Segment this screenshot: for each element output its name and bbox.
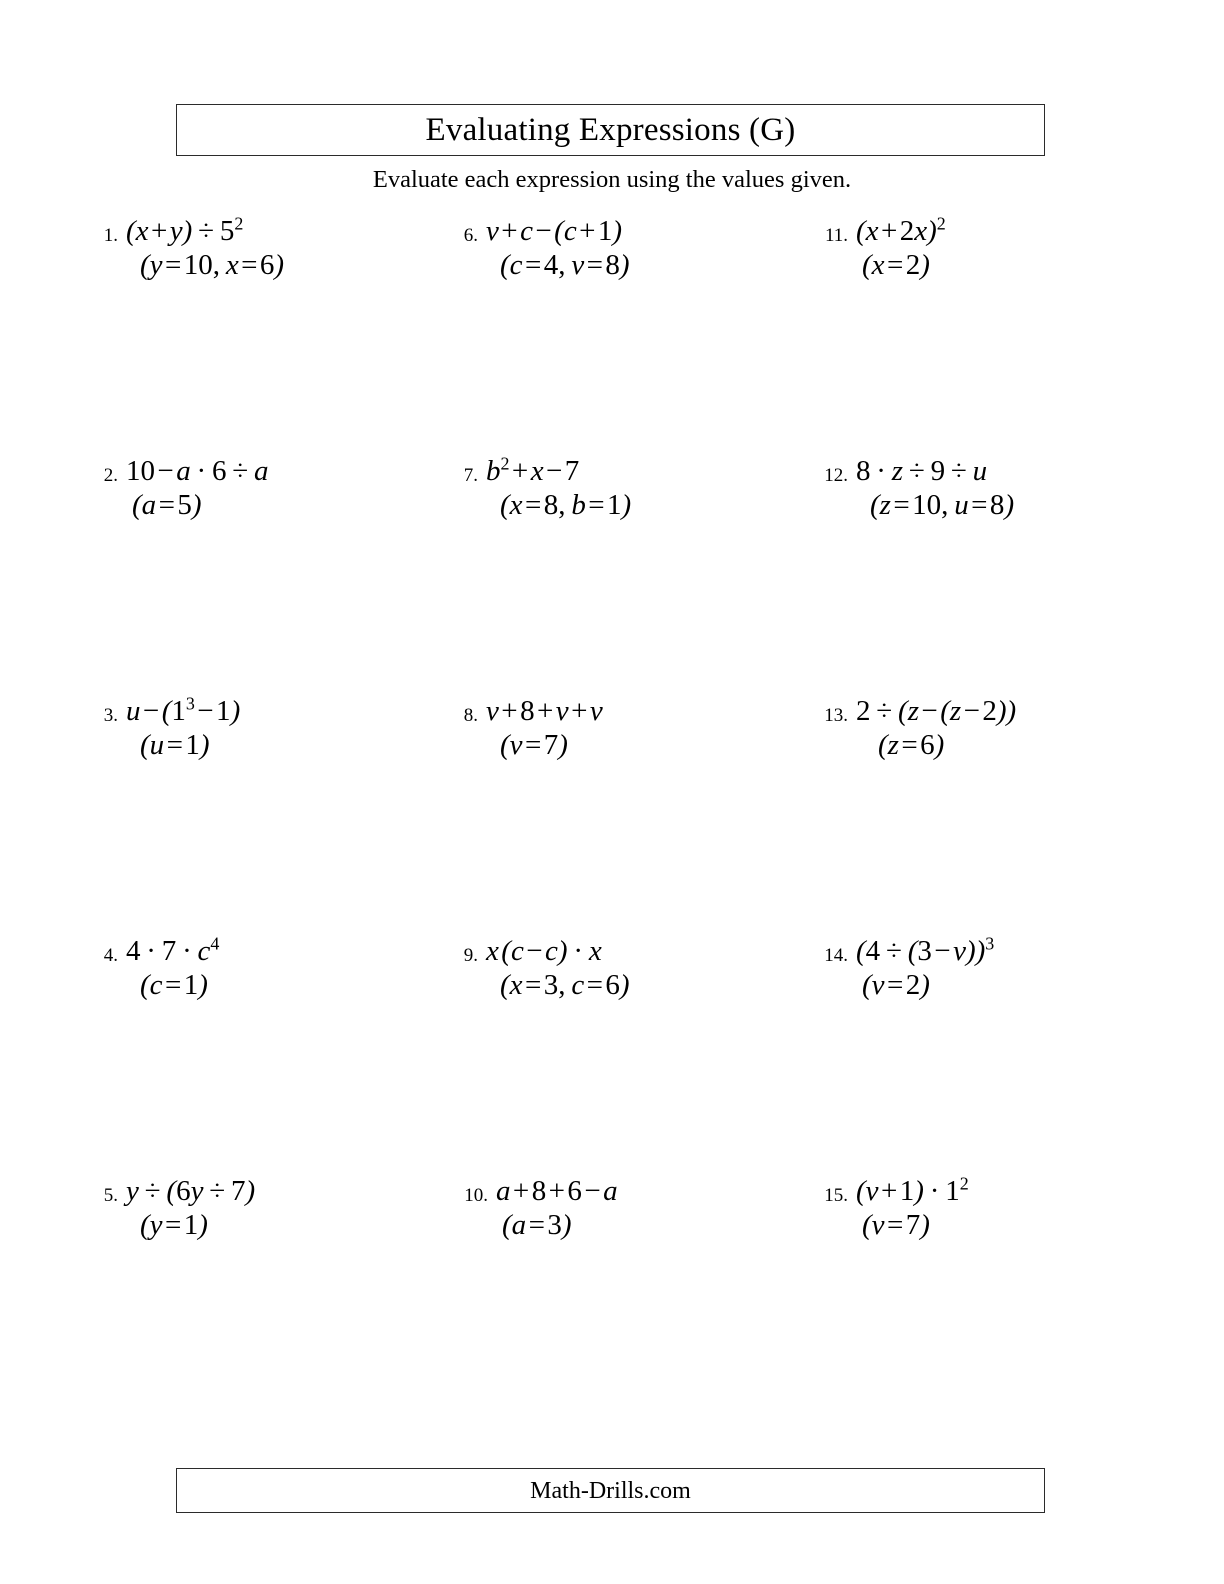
problem-values: (c = 1): [140, 969, 208, 1002]
problem-9: 9. x (c − c) · x (x = 3, c = 6): [452, 934, 802, 1004]
problem-10: 10. a + 8 + 6 − a (a = 3): [452, 1174, 802, 1244]
problem-expression: (x + y) ÷ 52: [126, 213, 244, 247]
problem-5: 5. y ÷ (6y ÷ 7) (y = 1): [92, 1174, 442, 1244]
problem-values: (y = 1): [140, 1209, 208, 1242]
problem-number: 5.: [103, 1185, 118, 1206]
problem-grid: 1. (x + y) ÷ 52 (y = 10, x = 6) 6. v + c…: [0, 214, 1224, 1414]
problem-number: 14.: [824, 945, 848, 966]
problem-row: 4. 4 · 7 · c4 (c = 1) 9. x (c − c) · x (…: [0, 934, 1224, 1174]
problem-values: (y = 10, x = 6): [140, 249, 285, 282]
problem-number: 6.: [463, 225, 478, 246]
problem-values: (z = 6): [878, 729, 945, 762]
problem-values: (x = 8, b = 1): [500, 489, 632, 522]
problem-expression: (4 ÷ (3 − v))3: [856, 933, 995, 967]
title-box: Evaluating Expressions (G): [176, 104, 1045, 156]
worksheet-page: Evaluating Expressions (G) Evaluate each…: [0, 0, 1224, 1584]
problem-number: 15.: [824, 1185, 848, 1206]
problem-values: (v = 2): [862, 969, 930, 1002]
problem-values: (a = 5): [132, 489, 202, 522]
problem-expression: 4 · 7 · c4: [126, 933, 220, 967]
problem-number: 7.: [463, 465, 478, 486]
problem-body: 10 − a · 6 ÷ a (a = 5): [126, 454, 442, 524]
footer-box: Math-Drills.com: [176, 1468, 1045, 1513]
problem-number: 10.: [464, 1185, 488, 1206]
problem-expression: 8 · z ÷ 9 ÷ u: [856, 455, 988, 487]
problem-body: (x + 2x)2 (x = 2): [856, 214, 1172, 284]
problem-expression: v + c − (c + 1): [486, 215, 623, 247]
problem-expression: b2 + x − 7: [486, 453, 580, 487]
problem-4: 4. 4 · 7 · c4 (c = 1): [92, 934, 442, 1004]
problem-expression: 2 ÷ (z − (z − 2)): [856, 695, 1017, 727]
problem-2: 2. 10 − a · 6 ÷ a (a = 5): [92, 454, 442, 524]
problem-values: (x = 2): [862, 249, 930, 282]
problem-number: 13.: [824, 705, 848, 726]
problem-row: 1. (x + y) ÷ 52 (y = 10, x = 6) 6. v + c…: [0, 214, 1224, 454]
problem-body: x (c − c) · x (x = 3, c = 6): [486, 934, 802, 1004]
footer-label: Math-Drills.com: [530, 1477, 691, 1504]
problem-7: 7. b2 + x − 7 (x = 8, b = 1): [452, 454, 802, 524]
problem-number: 1.: [103, 225, 118, 246]
problem-1: 1. (x + y) ÷ 52 (y = 10, x = 6): [92, 214, 442, 284]
problem-row: 2. 10 − a · 6 ÷ a (a = 5) 7. b2 + x − 7 …: [0, 454, 1224, 694]
problem-body: v + c − (c + 1) (c = 4, v = 8): [486, 214, 802, 284]
problem-13: 13. 2 ÷ (z − (z − 2)) (z = 6): [812, 694, 1172, 764]
problem-11: 11. (x + 2x)2 (x = 2): [812, 214, 1172, 284]
problem-body: 2 ÷ (z − (z − 2)) (z = 6): [856, 694, 1172, 764]
problem-14: 14. (4 ÷ (3 − v))3 (v = 2): [812, 934, 1172, 1004]
problem-expression: u − (13 − 1): [126, 693, 241, 727]
problem-body: y ÷ (6y ÷ 7) (y = 1): [126, 1174, 442, 1244]
problem-body: u − (13 − 1) (u = 1): [126, 694, 442, 764]
problem-15: 15. (v + 1) · 12 (v = 7): [812, 1174, 1172, 1244]
problem-number: 4.: [103, 945, 118, 966]
problem-expression: y ÷ (6y ÷ 7): [126, 1175, 256, 1207]
problem-body: b2 + x − 7 (x = 8, b = 1): [486, 454, 802, 524]
problem-body: (x + y) ÷ 52 (y = 10, x = 6): [126, 214, 442, 284]
problem-number: 9.: [463, 945, 478, 966]
problem-values: (v = 7): [862, 1209, 930, 1242]
problem-body: (v + 1) · 12 (v = 7): [856, 1174, 1172, 1244]
problem-body: 8 · z ÷ 9 ÷ u (z = 10, u = 8): [856, 454, 1172, 524]
problem-values: (v = 7): [500, 729, 568, 762]
problem-expression: v + 8 + v + v: [486, 695, 603, 727]
problem-8: 8. v + 8 + v + v (v = 7): [452, 694, 802, 764]
page-title: Evaluating Expressions (G): [425, 111, 796, 148]
problem-expression: (v + 1) · 12: [856, 1173, 969, 1207]
problem-values: (c = 4, v = 8): [500, 249, 630, 282]
problem-expression: (x + 2x)2: [856, 213, 946, 247]
problem-12: 12. 8 · z ÷ 9 ÷ u (z = 10, u = 8): [812, 454, 1172, 524]
problem-expression: a + 8 + 6 − a: [496, 1175, 618, 1207]
problem-number: 11.: [824, 225, 848, 246]
problem-number: 3.: [103, 705, 118, 726]
problem-number: 12.: [824, 465, 848, 486]
problem-body: (4 ÷ (3 − v))3 (v = 2): [856, 934, 1172, 1004]
problem-values: (x = 3, c = 6): [500, 969, 630, 1002]
problem-body: 4 · 7 · c4 (c = 1): [126, 934, 442, 1004]
problem-values: (a = 3): [502, 1209, 572, 1242]
problem-body: v + 8 + v + v (v = 7): [486, 694, 802, 764]
problem-values: (u = 1): [140, 729, 210, 762]
problem-6: 6. v + c − (c + 1) (c = 4, v = 8): [452, 214, 802, 284]
problem-number: 8.: [463, 705, 478, 726]
instructions-text: Evaluate each expression using the value…: [372, 166, 852, 193]
problem-expression: 10 − a · 6 ÷ a: [126, 455, 269, 487]
problem-3: 3. u − (13 − 1) (u = 1): [92, 694, 442, 764]
problem-row: 5. y ÷ (6y ÷ 7) (y = 1) 10. a + 8 + 6 − …: [0, 1174, 1224, 1414]
problem-number: 2.: [103, 465, 118, 486]
problem-row: 3. u − (13 − 1) (u = 1) 8. v + 8 + v + v…: [0, 694, 1224, 934]
problem-values: (z = 10, u = 8): [870, 489, 1015, 522]
problem-body: a + 8 + 6 − a (a = 3): [496, 1174, 802, 1244]
problem-expression: x (c − c) · x: [486, 935, 602, 967]
